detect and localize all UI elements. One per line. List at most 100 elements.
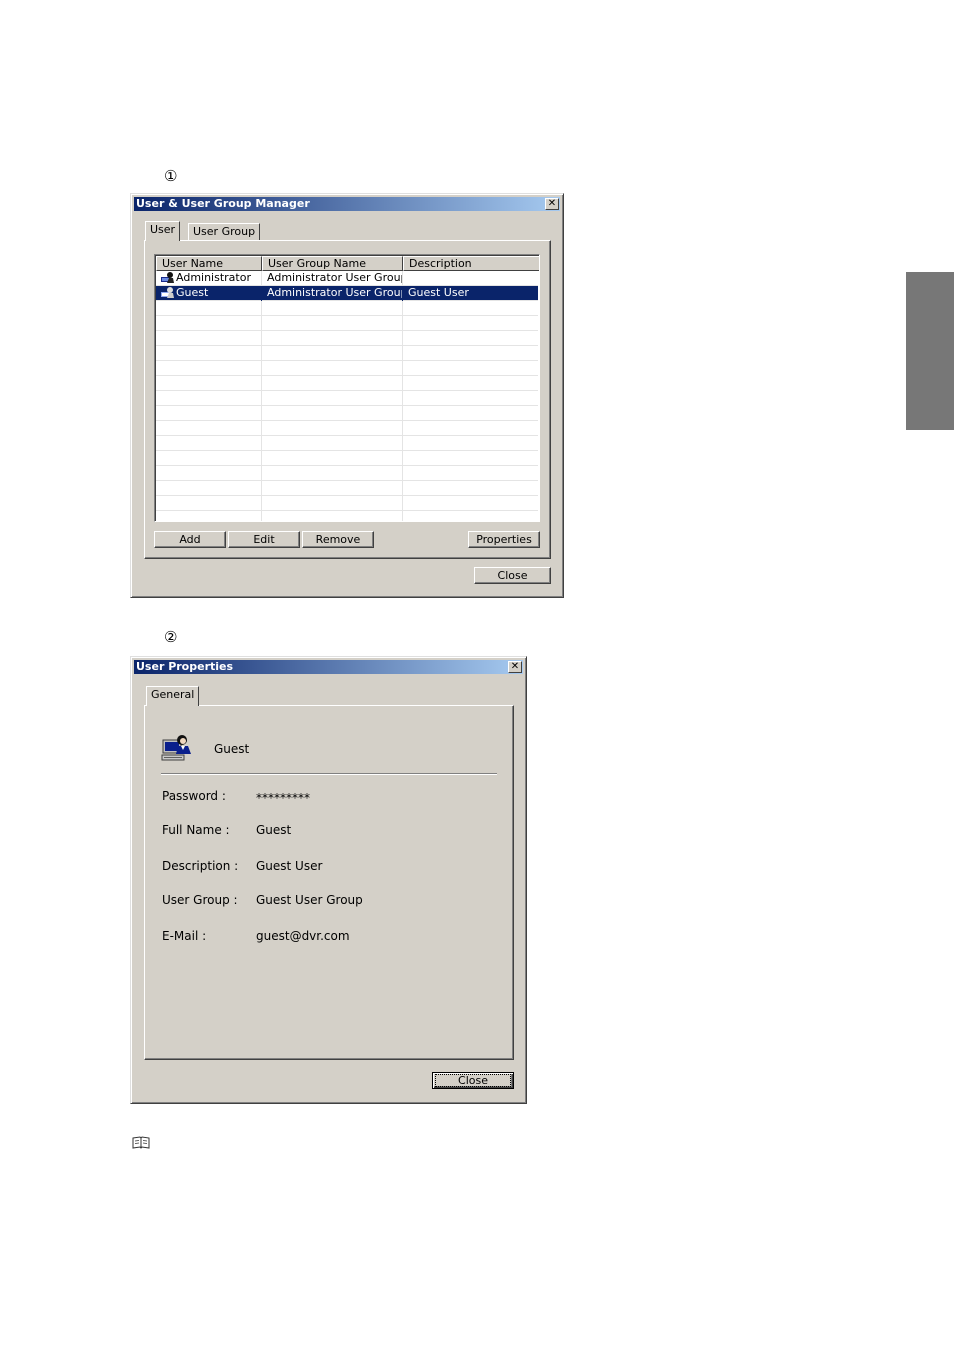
empty-cell <box>262 361 403 376</box>
properties-divider <box>161 773 497 775</box>
table-row-empty <box>156 301 538 316</box>
properties-close-icon[interactable]: ✕ <box>508 661 522 673</box>
empty-cell <box>156 496 262 511</box>
empty-cell <box>156 316 262 331</box>
user-group-label: User Group : <box>162 893 238 907</box>
tab-user[interactable]: User <box>145 221 181 241</box>
table-row-empty <box>156 436 538 451</box>
table-row-empty <box>156 391 538 406</box>
table-row-selected[interactable]: Guest Administrator User Group Guest Use… <box>156 286 538 301</box>
empty-cell <box>262 421 403 436</box>
edit-button[interactable]: Edit <box>228 531 300 548</box>
empty-cell <box>403 481 539 496</box>
step-marker-2: ② <box>164 628 178 646</box>
empty-cell <box>156 301 262 316</box>
column-header-user-group-name[interactable]: User Group Name <box>262 256 403 271</box>
cell-user-group-name: Administrator User Group <box>262 271 403 286</box>
user-group-manager-window: User & User Group Manager ✕ User User Gr… <box>130 193 564 598</box>
user-list[interactable]: User Name User Group Name Description Ad… <box>154 254 540 522</box>
empty-cell <box>403 376 539 391</box>
empty-cell <box>403 331 539 346</box>
user-properties-window: User Properties ✕ General Guest Password… <box>130 656 527 1104</box>
email-value: guest@dvr.com <box>256 929 350 943</box>
user-icon <box>161 287 174 298</box>
empty-cell <box>156 421 262 436</box>
empty-cell <box>262 376 403 391</box>
empty-cell <box>262 511 403 521</box>
table-row-empty <box>156 376 538 391</box>
table-row[interactable]: Administrator Administrator User Group <box>156 271 538 286</box>
table-row-empty <box>156 406 538 421</box>
empty-cell <box>262 436 403 451</box>
cell-user-name: Guest <box>156 286 262 301</box>
table-row-empty <box>156 316 538 331</box>
empty-cell <box>403 406 539 421</box>
empty-cell <box>156 481 262 496</box>
manager-close-icon[interactable]: ✕ <box>545 198 559 210</box>
properties-button[interactable]: Properties <box>468 531 540 548</box>
empty-cell <box>262 301 403 316</box>
user-tab-panel: User Name User Group Name Description Ad… <box>144 240 551 559</box>
empty-cell <box>156 331 262 346</box>
user-list-header: User Name User Group Name Description <box>156 256 539 271</box>
empty-cell <box>262 406 403 421</box>
cell-user-name: Administrator <box>156 271 262 286</box>
step-marker-1: ① <box>164 167 178 185</box>
empty-cell <box>403 451 539 466</box>
manager-titlebar: User & User Group Manager ✕ <box>134 197 560 211</box>
tab-user-group-label: User Group <box>193 225 256 238</box>
empty-cell <box>262 451 403 466</box>
table-row-empty <box>156 421 538 436</box>
empty-cell <box>262 316 403 331</box>
column-header-description[interactable]: Description <box>403 256 539 271</box>
empty-cell <box>156 511 262 521</box>
empty-cell <box>156 436 262 451</box>
add-button[interactable]: Add <box>154 531 226 548</box>
empty-cell <box>403 301 539 316</box>
remove-button[interactable]: Remove <box>302 531 374 548</box>
empty-cell <box>403 421 539 436</box>
table-row-empty <box>156 346 538 361</box>
user-computer-icon <box>161 735 191 761</box>
full-name-label: Full Name : <box>162 823 230 837</box>
user-icon <box>161 272 174 283</box>
table-row-empty <box>156 481 538 496</box>
empty-cell <box>156 391 262 406</box>
empty-cell <box>262 346 403 361</box>
properties-titlebar: User Properties ✕ <box>134 660 523 674</box>
cell-description: Guest User <box>408 286 469 299</box>
cell-description <box>403 271 539 286</box>
empty-cell <box>403 316 539 331</box>
cell-user-name-text: Administrator <box>176 271 251 284</box>
empty-cell <box>156 406 262 421</box>
empty-cell <box>262 331 403 346</box>
table-row-empty <box>156 361 538 376</box>
properties-close-button[interactable]: Close <box>432 1072 514 1089</box>
empty-cell <box>156 376 262 391</box>
password-label: Password : <box>162 789 226 803</box>
book-icon <box>132 1136 150 1149</box>
email-label: E-Mail : <box>162 929 207 943</box>
password-value: ********* <box>256 791 310 805</box>
description-label: Description : <box>162 859 239 873</box>
general-tab-panel: Guest Password : ********* Full Name : G… <box>144 705 514 1060</box>
tab-user-group[interactable]: User Group <box>188 223 261 241</box>
empty-cell <box>156 466 262 481</box>
empty-cell <box>403 436 539 451</box>
cell-user-name-text: Guest <box>176 286 209 299</box>
description-value: Guest User <box>256 859 323 873</box>
column-header-user-name[interactable]: User Name <box>156 256 262 271</box>
full-name-value: Guest <box>256 823 292 837</box>
tab-general[interactable]: General <box>146 686 200 706</box>
user-group-value: Guest User Group <box>256 893 363 907</box>
empty-cell <box>403 361 539 376</box>
empty-cell <box>156 451 262 466</box>
manager-close-button[interactable]: Close <box>474 567 551 584</box>
empty-cell <box>403 511 539 521</box>
page-side-tab <box>906 272 954 430</box>
table-row-empty <box>156 466 538 481</box>
empty-cell <box>262 466 403 481</box>
user-list-rows: Administrator Administrator User Group G… <box>156 271 539 521</box>
empty-cell <box>262 391 403 406</box>
empty-cell <box>403 496 539 511</box>
